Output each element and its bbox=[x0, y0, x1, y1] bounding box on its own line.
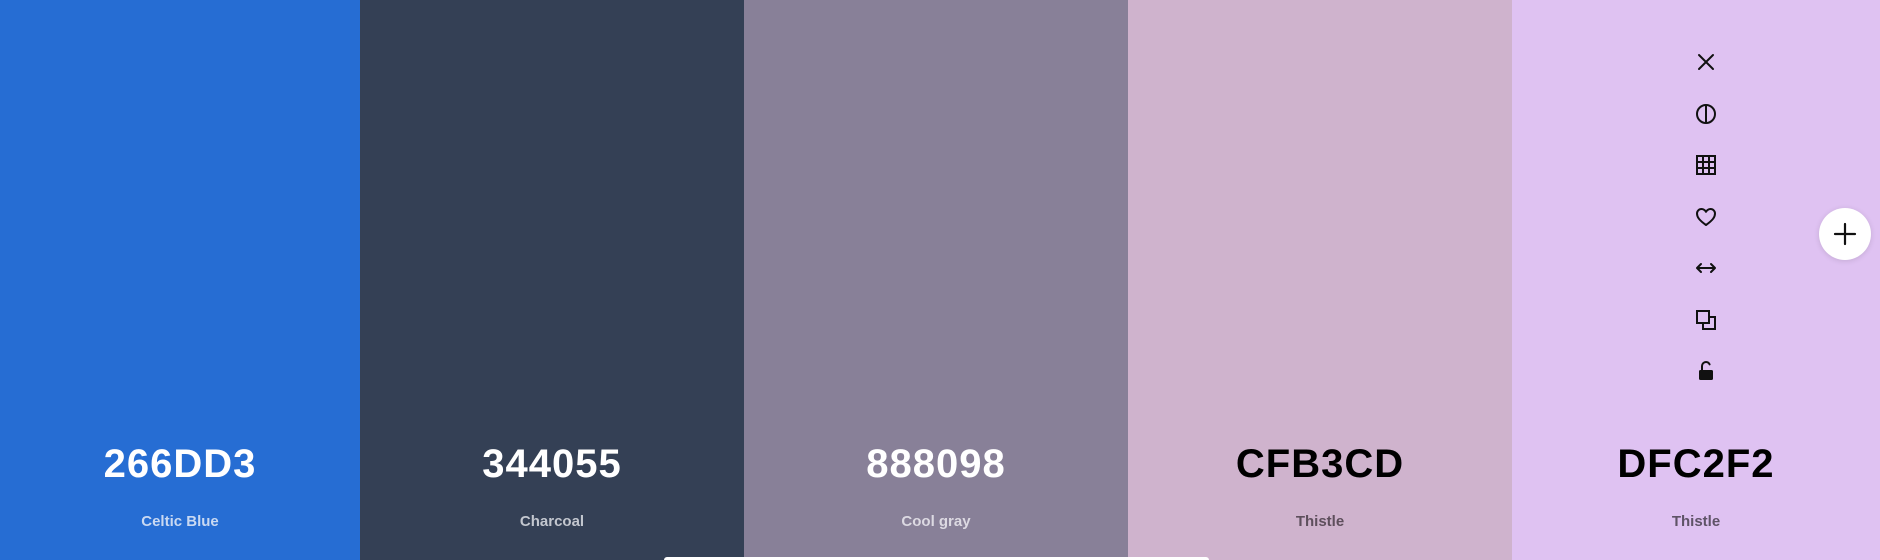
swatch-name[interactable]: Celtic Blue bbox=[0, 512, 360, 532]
grid-icon bbox=[1696, 155, 1716, 175]
swatch-name[interactable]: Cool gray bbox=[744, 512, 1128, 532]
copy-icon bbox=[1696, 309, 1716, 330]
add-color-button[interactable] bbox=[1819, 208, 1871, 260]
save-color-button[interactable] bbox=[1690, 201, 1722, 233]
view-shades-button[interactable] bbox=[1690, 98, 1722, 130]
grid-view-button[interactable] bbox=[1690, 149, 1722, 181]
contrast-icon bbox=[1696, 103, 1716, 124]
lock-icon bbox=[1699, 360, 1713, 380]
copy-hex-button[interactable] bbox=[1690, 304, 1722, 336]
drag-color-handle[interactable] bbox=[1690, 252, 1722, 284]
swatch-hex[interactable]: DFC2F2 bbox=[1512, 438, 1880, 490]
swatch-hex[interactable]: 266DD3 bbox=[0, 438, 360, 490]
swatch-celtic-blue[interactable]: 266DD3 Celtic Blue bbox=[0, 0, 360, 560]
heart-icon bbox=[1696, 207, 1716, 226]
drag-horizontal-icon bbox=[1696, 263, 1716, 273]
swatch-thistle[interactable]: CFB3CD Thistle bbox=[1128, 0, 1512, 560]
swatch-name[interactable]: Charcoal bbox=[360, 512, 744, 532]
swatch-hex[interactable]: 344055 bbox=[360, 438, 744, 490]
swatch-cool-gray[interactable]: 888098 Cool gray bbox=[744, 0, 1128, 560]
swatch-hex[interactable]: 888098 bbox=[744, 438, 1128, 490]
swatch-name[interactable]: Thistle bbox=[1512, 512, 1880, 532]
swatch-charcoal[interactable]: 344055 Charcoal bbox=[360, 0, 744, 560]
swatch-hex[interactable]: CFB3CD bbox=[1128, 438, 1512, 490]
swatch-name[interactable]: Thistle bbox=[1128, 512, 1512, 532]
close-icon bbox=[1698, 54, 1714, 70]
palette: 266DD3 Celtic Blue 344055 Charcoal 88809… bbox=[0, 0, 1880, 560]
plus-icon bbox=[1833, 222, 1857, 246]
lock-color-button[interactable] bbox=[1690, 355, 1722, 387]
remove-color-button[interactable] bbox=[1690, 46, 1722, 78]
swatch-toolbar bbox=[1686, 46, 1726, 407]
